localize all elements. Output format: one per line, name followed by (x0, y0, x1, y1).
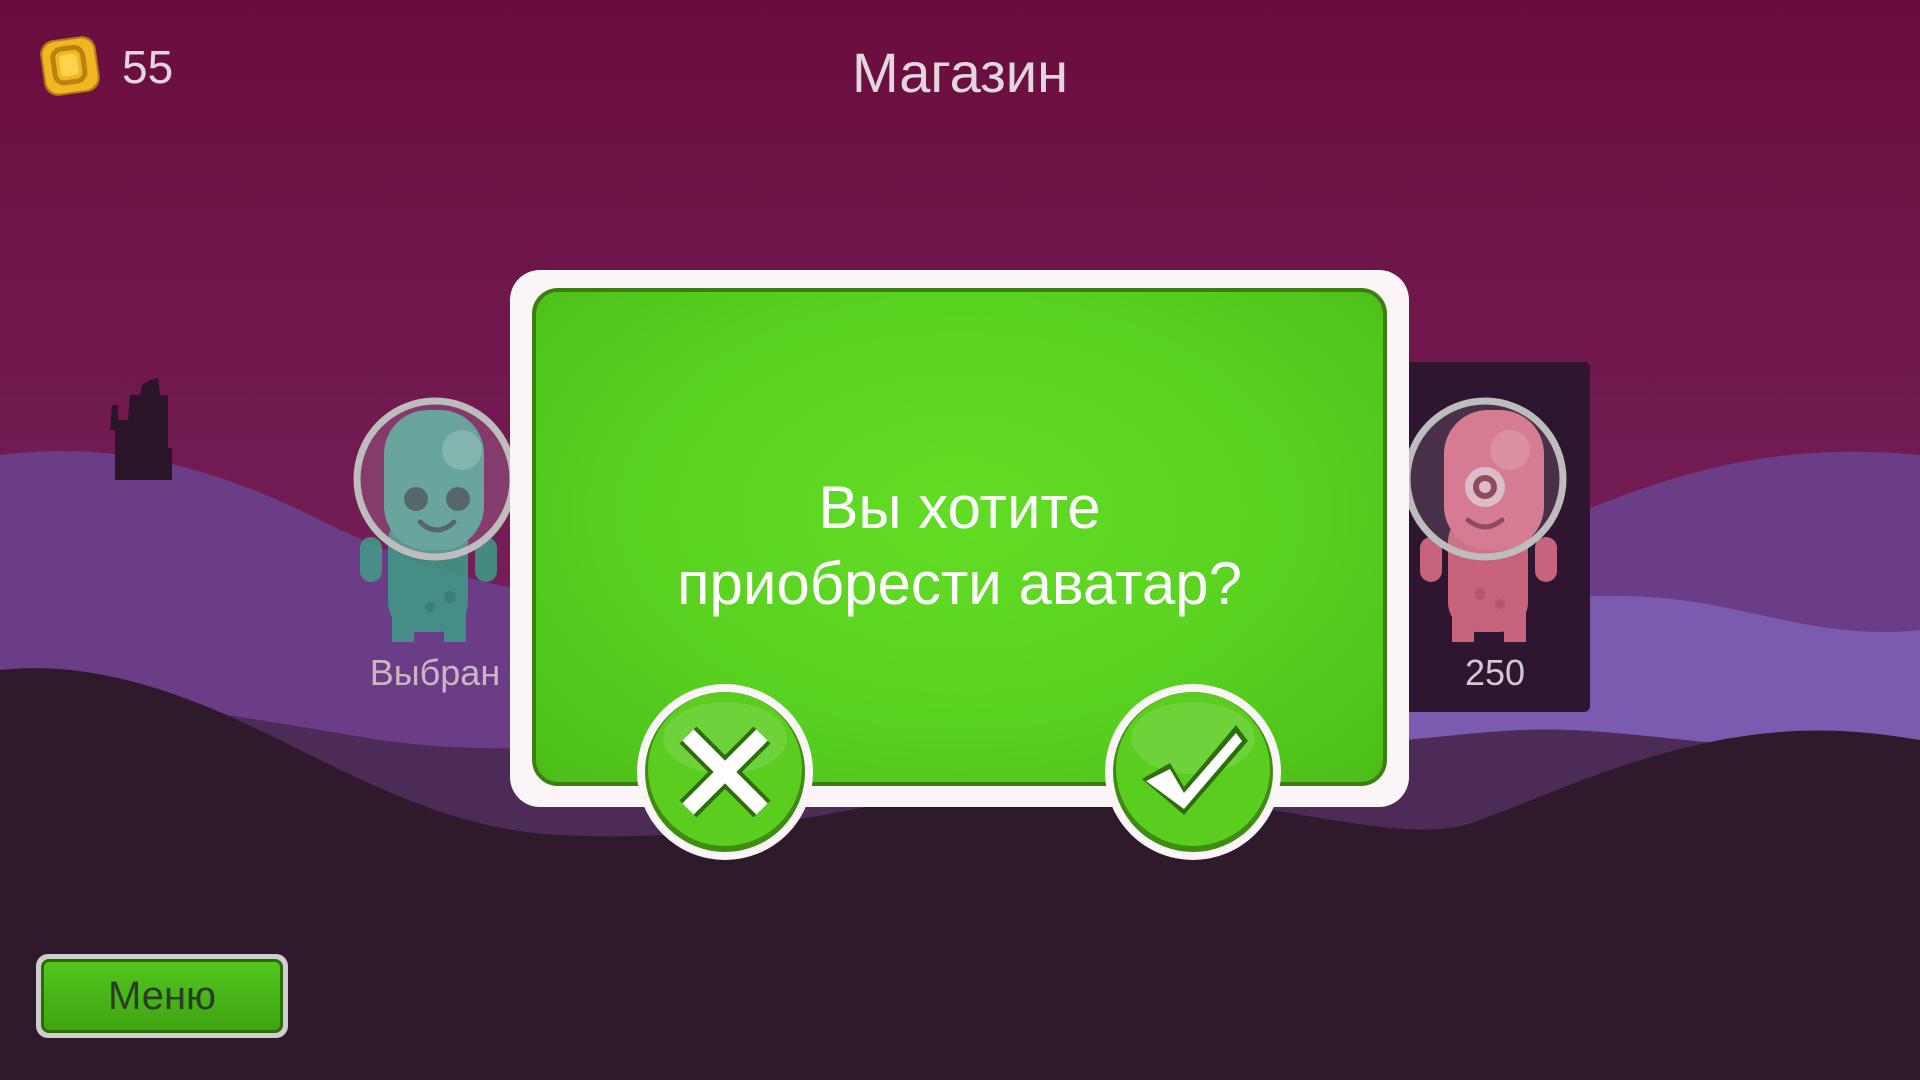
confirm-button[interactable] (1104, 683, 1282, 861)
page-title: Магазин (851, 41, 1068, 104)
menu-button-label: Меню (41, 959, 283, 1033)
purchase-confirm-message: Вы хотите приобрести аватар? (532, 470, 1387, 622)
menu-button[interactable]: Меню (36, 954, 288, 1038)
avatar-price-label: 250 (1464, 652, 1526, 693)
message-line-1: Вы хотите (818, 474, 1101, 541)
avatar-status-label: Выбран (369, 652, 501, 693)
avatar-card-selected[interactable]: Выбран (340, 362, 530, 712)
message-line-2: приобрести аватар? (676, 550, 1243, 617)
pink-alien-avatar (1403, 397, 1567, 642)
avatar-card-pink[interactable]: 250 (1400, 362, 1590, 712)
green-alien-avatar (353, 397, 517, 642)
cancel-button[interactable] (636, 683, 814, 861)
game-screen: 55 Магазин Выбран 250 Вы хотите приобрес… (0, 0, 1920, 1080)
